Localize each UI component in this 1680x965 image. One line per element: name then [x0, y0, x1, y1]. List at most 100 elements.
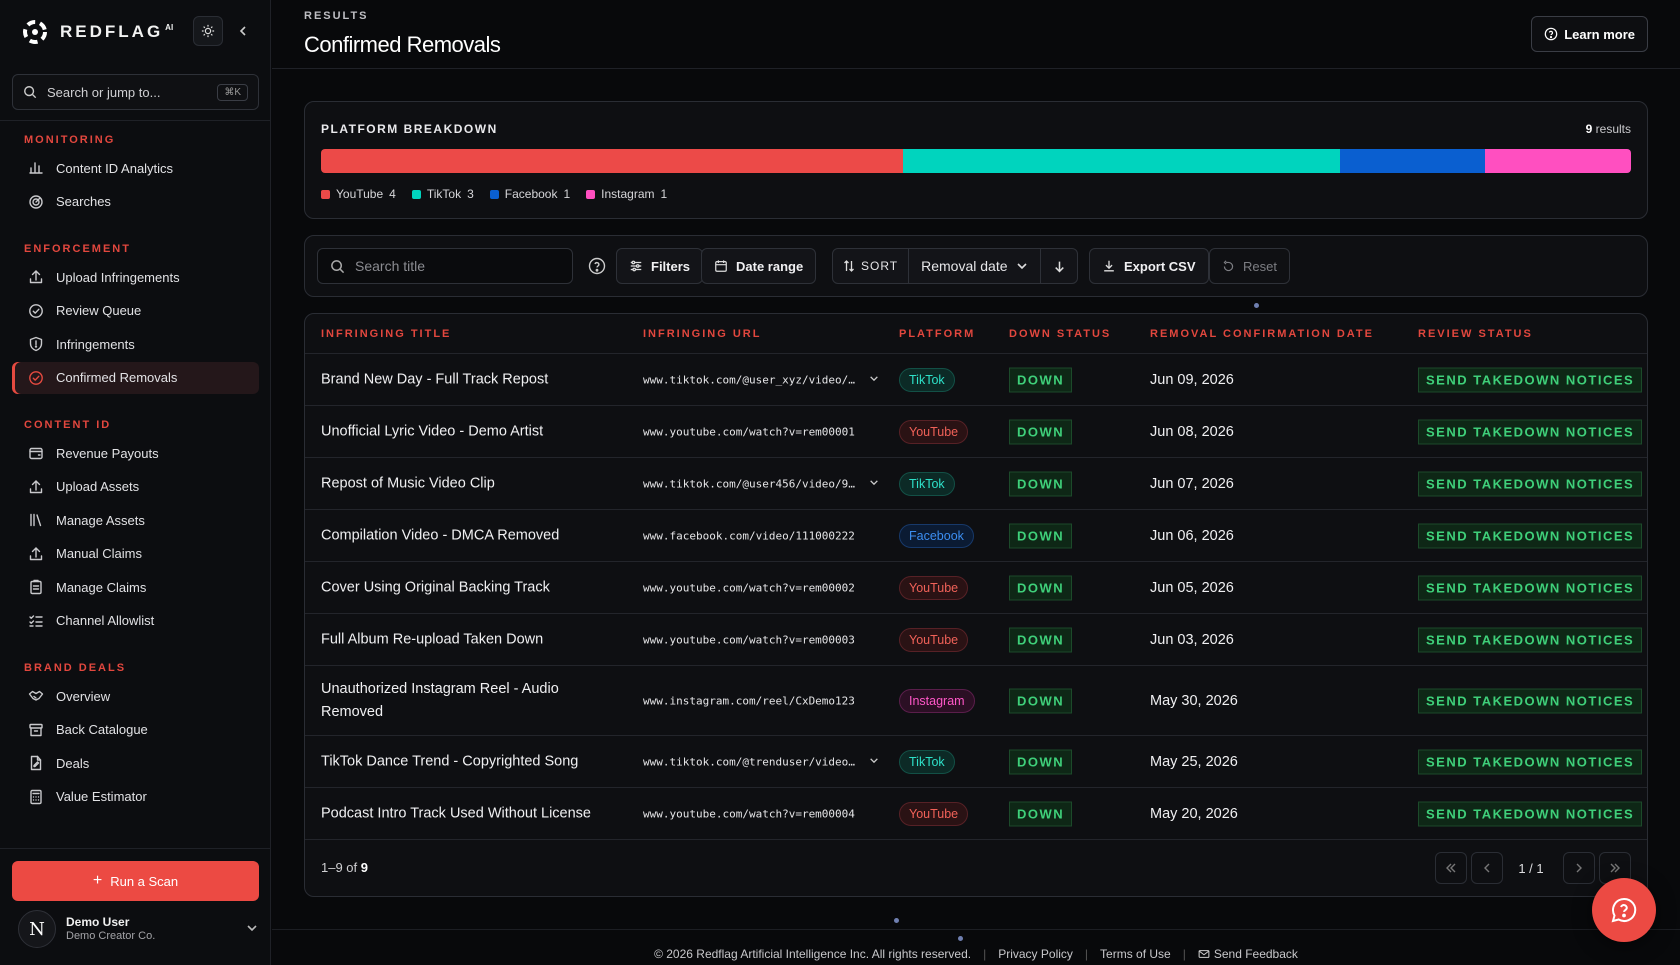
table-row[interactable]: Cover Using Original Backing Track www.yo…	[305, 562, 1647, 614]
row-title: TikTok Dance Trend - Copyrighted Song	[321, 753, 579, 769]
row-url[interactable]: www.instagram.com/reel/CxDemo123	[643, 694, 879, 707]
sidebar-item-revenue-payouts[interactable]: Revenue Payouts	[12, 437, 259, 469]
sidebar-item-content-id-analytics[interactable]: Content ID Analytics	[12, 152, 259, 184]
removal-date: May 25, 2026	[1150, 753, 1238, 770]
row-url[interactable]: www.tiktok.com/@user456/video/9876543210	[643, 477, 879, 490]
chevron-down-icon[interactable]	[869, 755, 879, 768]
table-row[interactable]: TikTok Dance Trend - Copyrighted Song www…	[305, 736, 1647, 788]
table-row[interactable]: Compilation Video - DMCA Removed www.face…	[305, 510, 1647, 562]
page-footer: © 2026 Redflag Artificial Intelligence I…	[654, 947, 1298, 961]
nav-section-content-id: CONTENT ID	[24, 419, 112, 431]
collapse-sidebar-button[interactable]	[232, 20, 254, 42]
row-url[interactable]: www.youtube.com/watch?v=rem00002	[643, 581, 879, 594]
help-chat-button[interactable]	[1592, 878, 1656, 942]
removal-date: Jun 07, 2026	[1150, 475, 1234, 492]
sidebar-item-confirmed-removals[interactable]: Confirmed Removals	[12, 361, 259, 394]
send-takedown-notices-button[interactable]: SEND TAKEDOWN NOTICES	[1418, 688, 1643, 713]
sort-field-select[interactable]: Removal date	[909, 249, 1042, 283]
bar-chart-icon	[29, 162, 43, 174]
sidebar-item-channel-allowlist[interactable]: Channel Allowlist	[12, 605, 259, 637]
library-icon	[30, 513, 42, 527]
chevron-down-icon	[246, 922, 258, 937]
table-row[interactable]: Repost of Music Video Clip www.tiktok.com…	[305, 458, 1647, 510]
sidebar-item-deals[interactable]: Deals	[12, 747, 259, 779]
decorative-dot	[1254, 303, 1259, 308]
sidebar-item-manual-claims[interactable]: Manual Claims	[12, 538, 259, 570]
row-title: Full Album Re-upload Taken Down	[321, 631, 544, 647]
row-title: Cover Using Original Backing Track	[321, 579, 550, 595]
upload-icon	[29, 546, 43, 560]
row-title: Podcast Intro Track Used Without License	[321, 805, 591, 821]
table-row[interactable]: Unofficial Lyric Video - Demo Artist www.…	[305, 406, 1647, 458]
send-takedown-notices-button[interactable]: SEND TAKEDOWN NOTICES	[1418, 419, 1643, 444]
legend-swatch	[489, 189, 499, 199]
row-url[interactable]: www.facebook.com/video/111000222	[643, 529, 879, 542]
learn-more-button[interactable]: Learn more	[1531, 16, 1648, 52]
learn-more-label: Learn more	[1564, 26, 1635, 42]
row-title: Repost of Music Video Clip	[321, 475, 495, 491]
reset-button[interactable]: Reset	[1209, 248, 1290, 284]
shortcut-badge: ⌘K	[217, 83, 248, 101]
send-takedown-notices-button[interactable]: SEND TAKEDOWN NOTICES	[1418, 523, 1643, 548]
first-page-button[interactable]	[1435, 852, 1467, 884]
sidebar-item-manage-assets[interactable]: Manage Assets	[12, 504, 259, 536]
date-range-button[interactable]: Date range	[701, 248, 817, 284]
user-info: Demo User Demo Creator Co.	[66, 915, 155, 943]
down-status-badge: DOWN	[1009, 523, 1073, 548]
run-scan-button[interactable]: + Run a Scan	[12, 861, 259, 901]
row-url[interactable]: www.youtube.com/watch?v=rem00004	[643, 807, 879, 820]
filters-button[interactable]: Filters	[616, 248, 704, 284]
sidebar-item-manage-claims[interactable]: Manage Claims	[12, 571, 259, 603]
theme-toggle-button[interactable]	[193, 16, 223, 46]
user-menu[interactable]: N Demo User Demo Creator Co.	[18, 908, 258, 950]
sidebar-item-searches[interactable]: Searches	[12, 186, 259, 218]
help-circle-icon[interactable]	[588, 257, 606, 275]
sidebar-item-overview[interactable]: Overview	[12, 680, 259, 712]
next-page-button[interactable]	[1563, 852, 1595, 884]
platform-badge: TikTok	[899, 367, 955, 392]
privacy-link[interactable]: Privacy Policy	[998, 947, 1073, 961]
sidebar-item-upload-assets[interactable]: Upload Assets	[12, 471, 259, 503]
nav-section-brand-deals: BRAND DEALS	[24, 662, 127, 674]
sidebar-item-review-queue[interactable]: Review Queue	[12, 295, 259, 327]
clipboard-icon	[30, 579, 42, 595]
title-search-input[interactable]: Search title	[317, 248, 573, 284]
send-feedback-link[interactable]: Send Feedback	[1198, 947, 1298, 961]
table-row[interactable]: Full Album Re-upload Taken Down www.youtu…	[305, 614, 1647, 666]
send-takedown-notices-button[interactable]: SEND TAKEDOWN NOTICES	[1418, 471, 1643, 496]
sidebar-item-infringements[interactable]: Infringements	[12, 328, 259, 360]
rotate-ccw-icon	[1223, 259, 1234, 271]
send-takedown-notices-button[interactable]: SEND TAKEDOWN NOTICES	[1418, 627, 1643, 652]
sidebar-item-upload-infringements[interactable]: Upload Infringements	[12, 261, 259, 293]
row-url[interactable]: www.tiktok.com/@user_xyz/video/123456789…	[643, 373, 879, 386]
sort-direction-button[interactable]	[1041, 260, 1077, 273]
page-eyebrow: RESULTS	[304, 10, 369, 22]
row-url[interactable]: www.youtube.com/watch?v=rem00001	[643, 425, 879, 438]
send-takedown-notices-button[interactable]: SEND TAKEDOWN NOTICES	[1418, 367, 1643, 392]
send-takedown-notices-button[interactable]: SEND TAKEDOWN NOTICES	[1418, 801, 1643, 826]
send-takedown-notices-button[interactable]: SEND TAKEDOWN NOTICES	[1418, 749, 1643, 774]
send-takedown-notices-button[interactable]: SEND TAKEDOWN NOTICES	[1418, 575, 1643, 600]
table-row[interactable]: Podcast Intro Track Used Without License…	[305, 788, 1647, 840]
row-title: Unofficial Lyric Video - Demo Artist	[321, 423, 544, 439]
row-url[interactable]: www.youtube.com/watch?v=rem00003	[643, 633, 879, 646]
chevron-down-icon[interactable]	[869, 477, 879, 490]
sidebar-search-input[interactable]: Search or jump to... ⌘K	[12, 74, 259, 110]
download-icon	[1104, 260, 1114, 272]
page-header: RESULTS Confirmed Removals Learn more	[272, 0, 1680, 69]
prev-page-button[interactable]	[1471, 852, 1503, 884]
sidebar-item-value-estimator[interactable]: Value Estimator	[12, 781, 259, 813]
chevron-down-icon[interactable]	[869, 373, 879, 386]
export-csv-button[interactable]: Export CSV	[1089, 248, 1209, 284]
down-status-badge: DOWN	[1009, 367, 1073, 392]
nav-section-enforcement: ENFORCEMENT	[24, 243, 131, 255]
sidebar-item-back-catalogue[interactable]: Back Catalogue	[12, 714, 259, 746]
down-status-badge: DOWN	[1009, 471, 1073, 496]
removals-table: INFRINGING TITLE INFRINGING URL PLATFORM DO…	[304, 313, 1648, 897]
table-header: INFRINGING TITLE INFRINGING URL PLATFORM DO…	[305, 314, 1647, 354]
row-url[interactable]: www.tiktok.com/@trenduser/video/55555555…	[643, 755, 879, 768]
terms-link[interactable]: Terms of Use	[1100, 947, 1171, 961]
chat-help-icon	[1611, 897, 1637, 923]
table-row[interactable]: Unauthorized Instagram Reel - Audio Remo…	[305, 666, 1647, 736]
table-row[interactable]: Brand New Day - Full Track Repost www.tik…	[305, 354, 1647, 406]
